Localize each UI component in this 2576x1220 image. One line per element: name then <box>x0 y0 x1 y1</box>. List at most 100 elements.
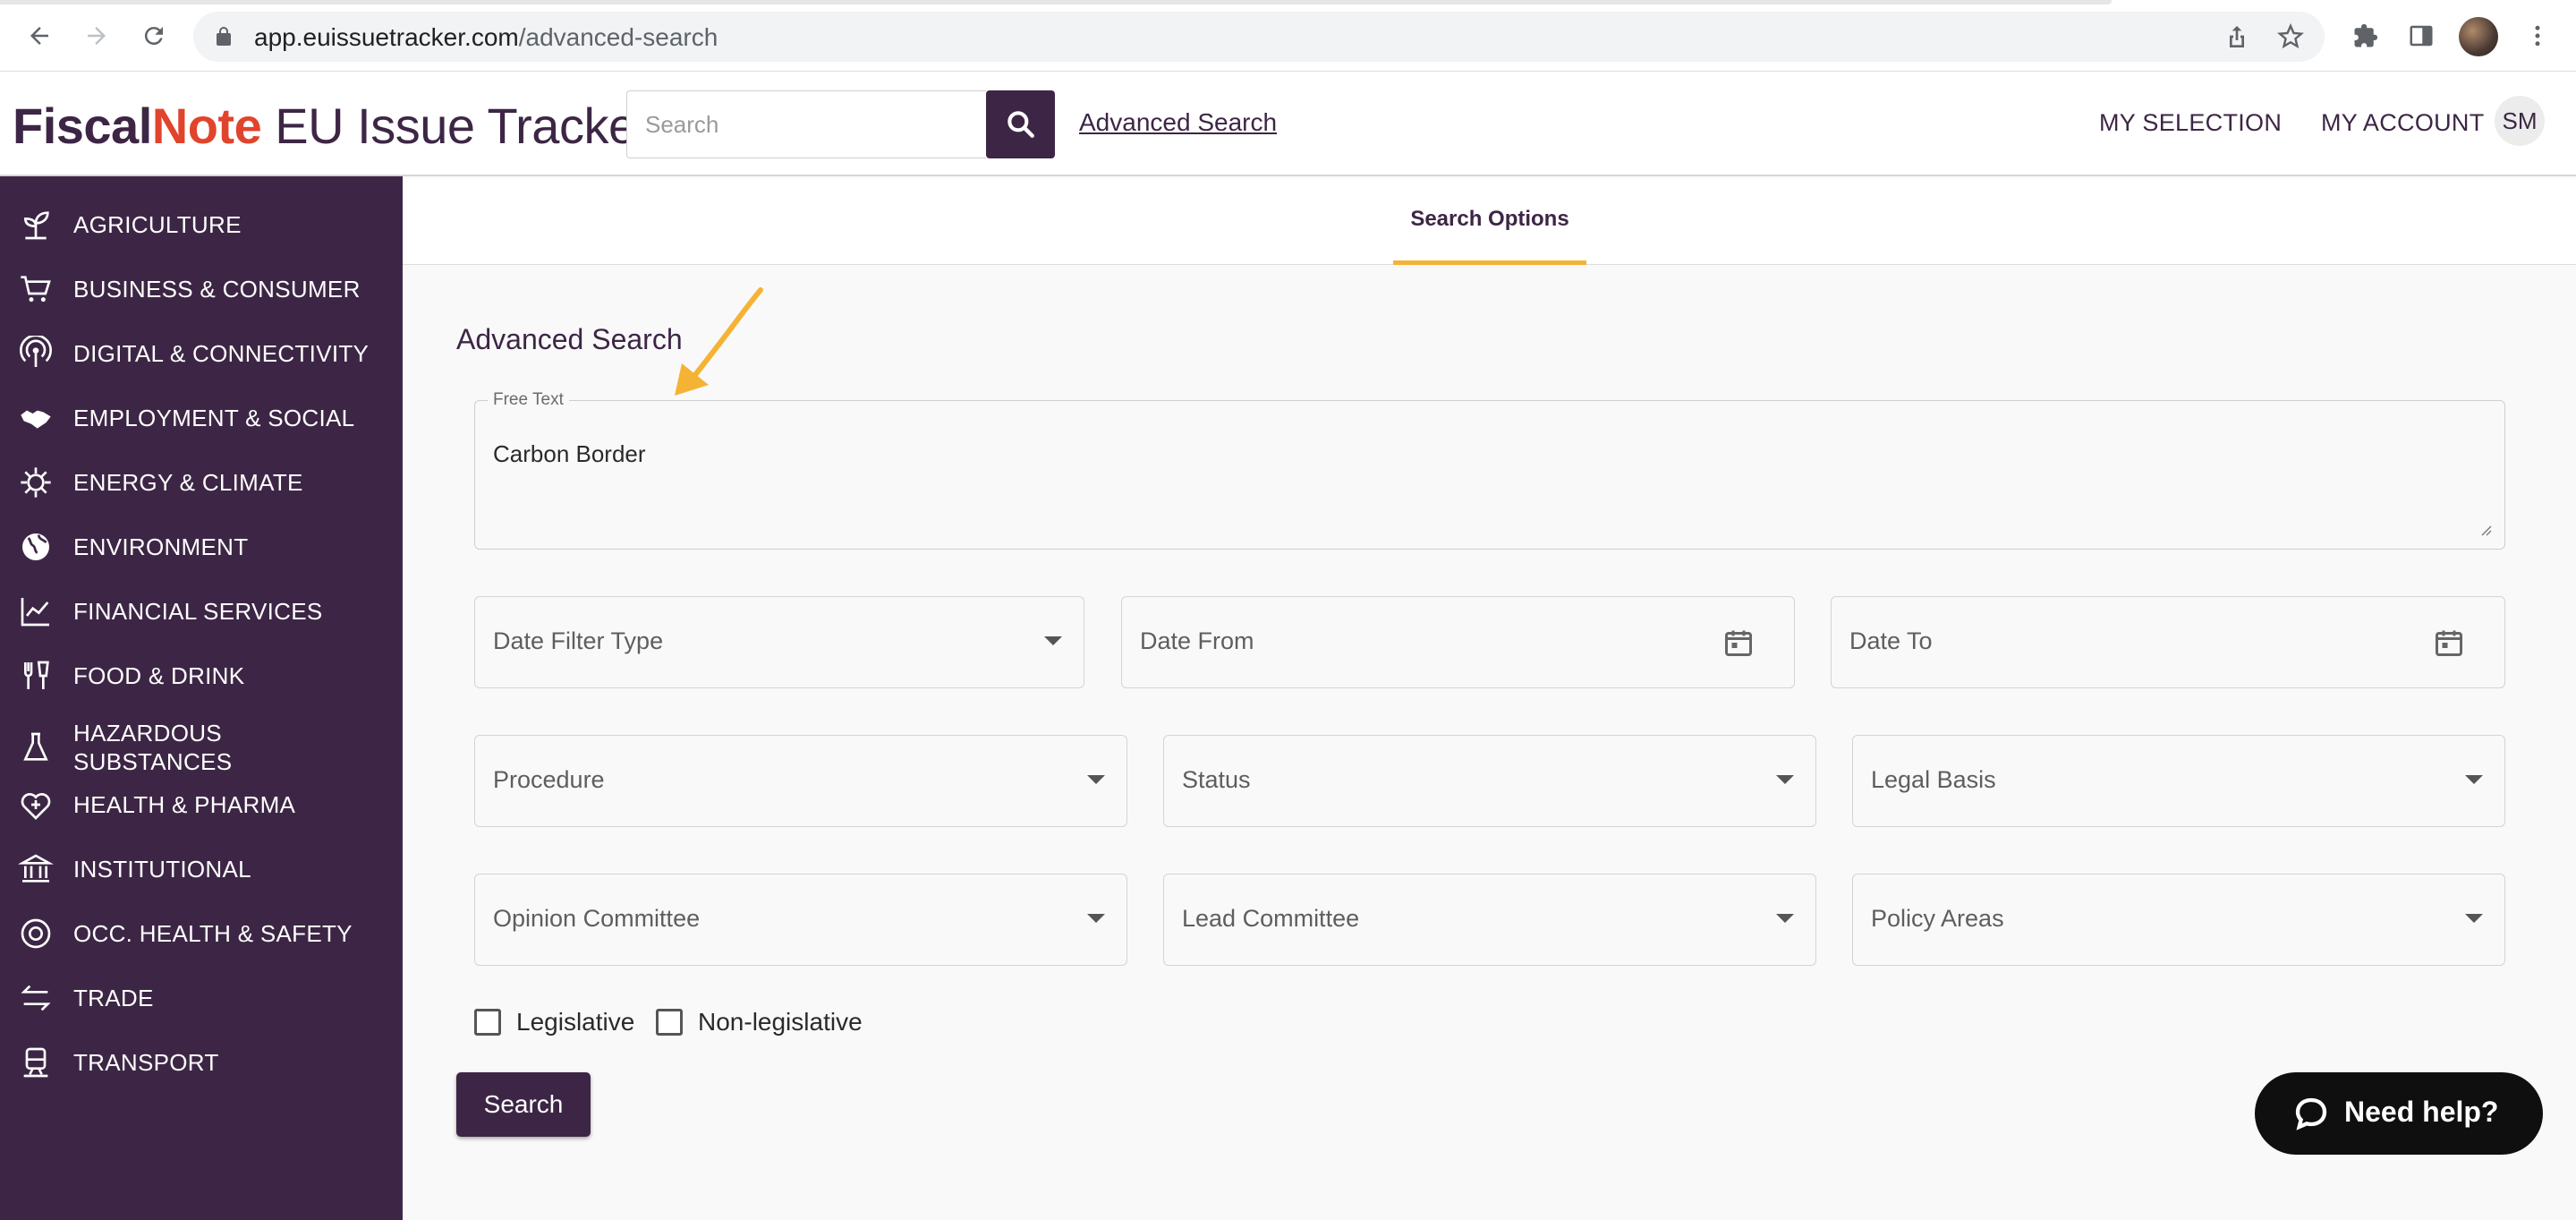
logo-product: EU Issue Tracker <box>261 98 652 154</box>
opinion-committee-label: Opinion Committee <box>493 905 701 932</box>
sidebar-item-label: BUSINESS & CONSUMER <box>73 276 361 303</box>
sidebar-item-label: HAZARDOUS SUBSTANCES <box>73 720 233 775</box>
browser-menu-button[interactable] <box>2520 18 2555 54</box>
sidebar-item-label: HEALTH & PHARMA <box>73 791 296 818</box>
sidebar-item-health-pharma[interactable]: HEALTH & PHARMA <box>0 776 403 833</box>
side-panel-icon <box>2410 25 2433 47</box>
calendar-icon[interactable] <box>1722 626 1755 660</box>
profile-avatar[interactable] <box>2459 17 2498 56</box>
non-legislative-checkbox[interactable] <box>656 1009 683 1036</box>
header-search-box <box>626 90 986 158</box>
side-panel-button[interactable] <box>2403 18 2439 54</box>
sidebar-item-institutional[interactable]: INSTITUTIONAL <box>0 840 403 898</box>
sidebar-item-hazardous-substances[interactable]: HAZARDOUS SUBSTANCES <box>0 712 403 783</box>
search-button[interactable]: Search <box>456 1072 591 1137</box>
my-selection-link[interactable]: MY SELECTION <box>2099 109 2282 137</box>
sidebar-item-label: ENERGY & CLIMATE <box>73 469 303 496</box>
share-icon[interactable] <box>2223 22 2251 51</box>
address-bar[interactable]: app.euissuetracker.com/advanced-search <box>193 12 2325 62</box>
chart-icon <box>16 592 55 631</box>
legislative-checkbox[interactable] <box>474 1009 501 1036</box>
legal-basis-select[interactable]: Legal Basis <box>1852 735 2505 827</box>
date-to-label: Date To <box>1849 627 1933 654</box>
sidebar-item-digital-connectivity[interactable]: DIGITAL & CONNECTIVITY <box>0 325 403 382</box>
kebab-menu-icon <box>2535 25 2540 47</box>
bookmark-star-icon[interactable] <box>2276 22 2305 51</box>
back-arrow-icon <box>30 27 48 45</box>
advanced-search-link[interactable]: Advanced Search <box>1079 108 1277 137</box>
logo-note: Note <box>151 98 262 154</box>
policy-areas-select[interactable]: Policy Areas <box>1852 874 2505 966</box>
sidebar-item-label: FOOD & DRINK <box>73 662 245 689</box>
sidebar-item-trade[interactable]: TRADE <box>0 969 403 1027</box>
date-to-field[interactable]: Date To <box>1831 596 2505 688</box>
sidebar-item-label: TRADE <box>73 985 154 1011</box>
flask-icon <box>16 728 55 767</box>
header-search-button[interactable] <box>986 90 1055 158</box>
lead-committee-select[interactable]: Lead Committee <box>1163 874 1816 966</box>
policy-areas-label: Policy Areas <box>1871 905 2004 932</box>
caret-down-icon <box>1087 914 1105 923</box>
sidebar-item-label: FINANCIAL SERVICES <box>73 598 323 625</box>
header-search-input[interactable] <box>627 91 986 158</box>
date-filter-type-select[interactable]: Date Filter Type <box>474 596 1084 688</box>
tabs-bar: Search Options <box>403 178 2576 265</box>
fiscalnote-logo[interactable]: FiscalNote EU Issue Tracker <box>13 97 652 155</box>
legislative-label[interactable]: Legislative <box>516 1008 634 1037</box>
train-icon <box>16 1043 55 1082</box>
non-legislative-label[interactable]: Non-legislative <box>698 1008 863 1037</box>
lifebuoy-icon <box>16 914 55 953</box>
sidebar-item-energy-climate[interactable]: ENERGY & CLIMATE <box>0 454 403 511</box>
sidebar-item-label: AGRICULTURE <box>73 211 242 238</box>
sidebar-item-food-drink[interactable]: FOOD & DRINK <box>0 647 403 704</box>
status-select[interactable]: Status <box>1163 735 1816 827</box>
back-button[interactable] <box>20 16 59 55</box>
sprout-icon <box>16 205 55 244</box>
sidebar-item-business-consumer[interactable]: BUSINESS & CONSUMER <box>0 260 403 318</box>
sidebar-item-agriculture[interactable]: AGRICULTURE <box>0 196 403 253</box>
puzzle-icon <box>2354 23 2378 47</box>
sidebar-item-financial-services[interactable]: FINANCIAL SERVICES <box>0 583 403 640</box>
search-icon <box>1007 111 1034 138</box>
account-avatar[interactable]: SM <box>2495 96 2545 146</box>
sidebar-item-occ-health-safety[interactable]: OCC. HEALTH & SAFETY <box>0 905 403 962</box>
heart-plus-icon <box>16 785 55 824</box>
sidebar-item-employment-social[interactable]: EMPLOYMENT & SOCIAL <box>0 389 403 447</box>
annotation-arrow-icon <box>675 287 763 396</box>
sidebar-item-label: OCC. HEALTH & SAFETY <box>73 920 353 947</box>
reload-button[interactable] <box>134 16 174 55</box>
lock-icon <box>217 27 231 46</box>
sidebar-item-environment[interactable]: ENVIRONMENT <box>0 518 403 576</box>
page-title: Advanced Search <box>456 323 683 355</box>
sidebar-item-transport[interactable]: TRANSPORT <box>0 1034 403 1091</box>
calendar-icon[interactable] <box>2433 626 2465 660</box>
url-path: /advanced-search <box>518 23 718 51</box>
date-filter-type-label: Date Filter Type <box>493 627 664 654</box>
opinion-committee-select[interactable]: Opinion Committee <box>474 874 1127 966</box>
tab-search-options[interactable]: Search Options <box>1393 178 1586 265</box>
extensions-button[interactable] <box>2348 18 2384 54</box>
reload-icon <box>144 27 163 46</box>
institution-icon <box>16 849 55 889</box>
forward-arrow-icon <box>88 27 106 45</box>
cart-icon <box>16 269 55 309</box>
date-from-field[interactable]: Date From <box>1121 596 1795 688</box>
need-help-button[interactable]: Need help? <box>2255 1072 2543 1155</box>
sidebar-item-label: ENVIRONMENT <box>73 533 249 560</box>
url-domain: app.euissuetracker.com <box>254 23 519 51</box>
sidebar-item-label: EMPLOYMENT & SOCIAL <box>73 405 355 431</box>
procedure-select[interactable]: Procedure <box>474 735 1127 827</box>
free-text-field[interactable]: Free Text Carbon Border <box>474 390 2505 550</box>
cutlery-icon <box>16 656 55 695</box>
handshake-icon <box>16 398 55 438</box>
forward-button[interactable] <box>77 16 116 55</box>
url-text: app.euissuetracker.com/advanced-search <box>254 23 718 52</box>
resize-handle-icon[interactable] <box>2478 522 2492 536</box>
date-from-label: Date From <box>1140 627 1254 654</box>
caret-down-icon <box>1087 775 1105 784</box>
free-text-label: Free Text <box>488 390 569 410</box>
need-help-label: Need help? <box>2344 1096 2499 1128</box>
sidebar-item-label: TRANSPORT <box>73 1049 219 1076</box>
my-account-link[interactable]: MY ACCOUNT <box>2321 109 2485 137</box>
free-text-value[interactable]: Carbon Border <box>493 440 646 468</box>
